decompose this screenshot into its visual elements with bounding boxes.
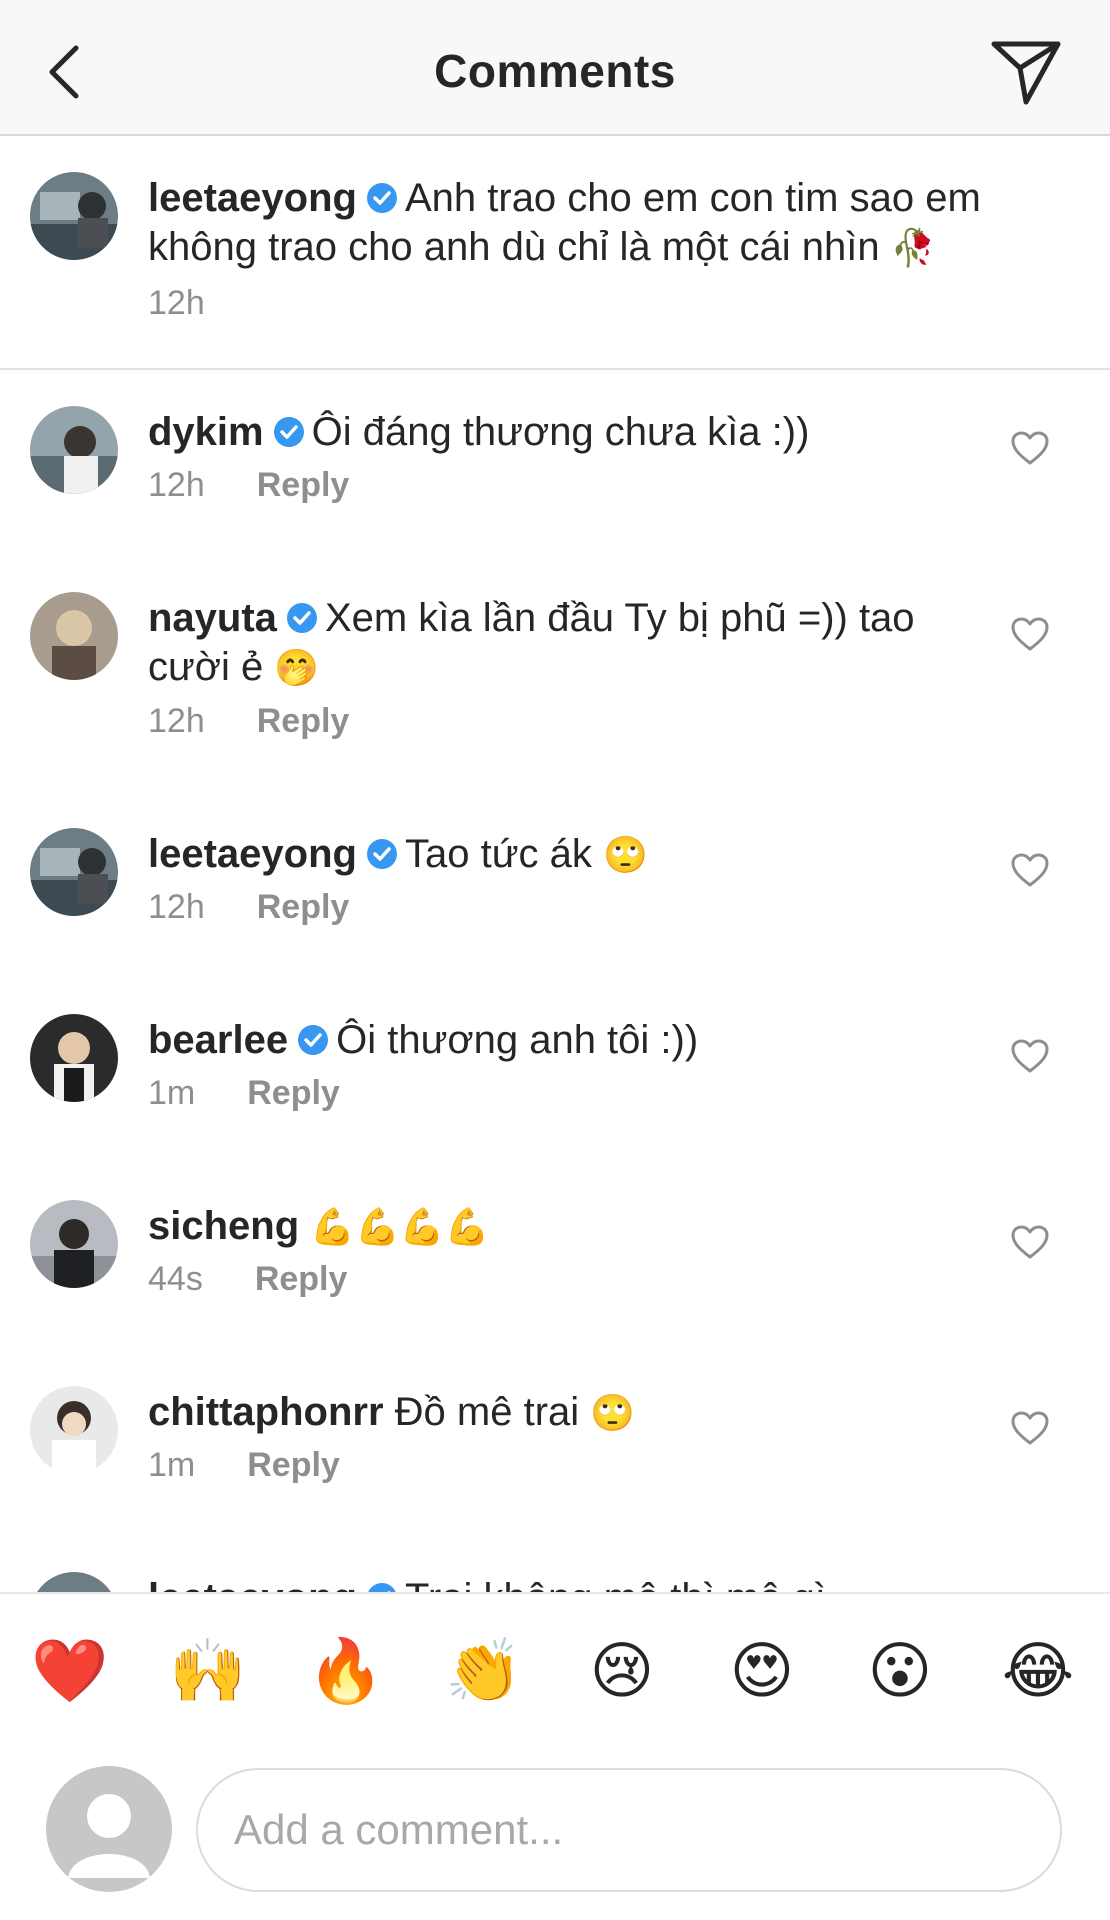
comment-text: sicheng 💪💪💪💪 <box>148 1202 960 1251</box>
heart-eyes-emoji-button[interactable]: 😍 <box>722 1632 802 1712</box>
comment-text: bearlee Ôi thương anh tôi :)) <box>148 1016 960 1065</box>
avatar[interactable] <box>30 1572 118 1592</box>
comment-body: Tao tức ák <box>404 832 592 876</box>
comment-body: Ôi đáng thương chưa kìa :)) <box>311 410 810 454</box>
reply-button[interactable]: Reply <box>257 888 350 926</box>
like-heart-icon[interactable] <box>1010 1410 1050 1446</box>
comment-username[interactable]: chittaphonrr <box>148 1390 384 1434</box>
like-heart-icon[interactable] <box>1010 852 1050 888</box>
fire-emoji-button[interactable]: 🔥 <box>306 1632 386 1712</box>
quick-reactions-bar: ❤️ 🙌 🔥 👏 😢 😍 😮 😂 <box>0 1592 1110 1742</box>
comment-meta: 12h Reply <box>148 888 349 927</box>
comment-row: sicheng 💪💪💪💪 44s Reply <box>0 1164 1110 1350</box>
comment-emoji: 💪💪💪💪 <box>310 1206 490 1247</box>
caption-text: leetaeyong Anh trao cho em con tim sao em… <box>148 174 1050 272</box>
comment-emoji: 🙄 <box>602 834 648 875</box>
crying-emoji-button[interactable]: 😢 <box>582 1632 662 1712</box>
comment-row: nayuta Xem kìa lần đầu Ty bị phũ =)) tao … <box>0 556 1110 742</box>
laughing-emoji-button[interactable]: 😂 <box>998 1632 1078 1712</box>
add-comment-input[interactable] <box>196 1768 1062 1892</box>
raised-hands-emoji-button[interactable]: 🙌 <box>168 1632 248 1712</box>
comment-meta: 12h Reply <box>148 702 349 741</box>
verified-badge-icon <box>365 1578 399 1592</box>
comment-emoji: 🙄 <box>590 1392 636 1433</box>
surprised-emoji-button[interactable]: 😮 <box>860 1632 940 1712</box>
comment-username[interactable]: leetaeyong <box>148 1576 357 1592</box>
comment-time: 12h <box>148 702 205 740</box>
comment-time: 1m <box>148 1446 196 1484</box>
avatar[interactable] <box>30 172 118 260</box>
reply-button[interactable]: Reply <box>257 702 350 740</box>
comment-text: nayuta Xem kìa lần đầu Ty bị phũ =)) tao … <box>148 594 960 692</box>
comment-meta: 44s Reply <box>148 1260 347 1299</box>
comment-time: 12h <box>148 466 205 504</box>
comment-text: leetaeyong Tao tức ák 🙄 <box>148 830 960 879</box>
reply-button[interactable]: Reply <box>247 1446 340 1484</box>
comment-time: 12h <box>148 888 205 926</box>
avatar[interactable] <box>30 1014 118 1102</box>
verified-badge-icon <box>285 598 319 633</box>
comment-meta: 1m Reply <box>148 1074 340 1113</box>
reply-button[interactable]: Reply <box>257 466 350 504</box>
like-heart-icon[interactable] <box>1010 430 1050 466</box>
comment-body: Trai không mê thì mê gì <box>405 1576 826 1592</box>
avatar[interactable] <box>30 406 118 494</box>
current-user-avatar <box>46 1766 172 1892</box>
comment-text: dykim Ôi đáng thương chưa kìa :)) <box>148 408 960 457</box>
wilted-rose-emoji: 🥀 <box>890 227 936 268</box>
comment-row: dykim Ôi đáng thương chưa kìa :)) 12h Reply <box>0 370 1110 556</box>
comment-username[interactable]: nayuta <box>148 596 277 640</box>
caption-username[interactable]: leetaeyong <box>148 176 357 220</box>
comment-username[interactable]: bearlee <box>148 1018 288 1062</box>
avatar[interactable] <box>30 1386 118 1474</box>
comment-username[interactable]: leetaeyong <box>148 832 357 876</box>
heart-emoji-button[interactable]: ❤️ <box>30 1632 110 1712</box>
caption-meta: 12h <box>148 284 205 323</box>
reply-button[interactable]: Reply <box>247 1074 340 1112</box>
comment-meta: 1m Reply <box>148 1446 340 1485</box>
verified-badge-icon <box>365 178 399 213</box>
comment-time: 1m <box>148 1074 196 1112</box>
caption-time: 12h <box>148 284 205 322</box>
comment-meta: 12h Reply <box>148 466 349 505</box>
comment-list: dykim Ôi đáng thương chưa kìa :)) 12h Reply… <box>0 370 1110 1592</box>
direct-message-icon[interactable] <box>986 30 1066 110</box>
avatar[interactable] <box>30 828 118 916</box>
comment-username[interactable]: sicheng <box>148 1204 299 1248</box>
verified-badge-icon <box>296 1020 330 1055</box>
comment-composer <box>0 1742 1110 1920</box>
comment-body: Ôi thương anh tôi :)) <box>336 1018 699 1062</box>
verified-badge-icon <box>272 412 306 447</box>
comment-row: leetaeyong Trai không mê thì mê gì <box>0 1536 1110 1592</box>
like-heart-icon[interactable] <box>1010 1038 1050 1074</box>
comment-text: chittaphonrr Đồ mê trai 🙄 <box>148 1388 960 1437</box>
avatar[interactable] <box>30 592 118 680</box>
like-heart-icon[interactable] <box>1010 1224 1050 1260</box>
verified-badge-icon <box>365 834 399 869</box>
comment-row: leetaeyong Tao tức ák 🙄 12h Reply <box>0 792 1110 978</box>
comment-emoji: 🤭 <box>274 647 320 688</box>
avatar[interactable] <box>30 1200 118 1288</box>
reply-button[interactable]: Reply <box>255 1260 348 1298</box>
comment-time: 44s <box>148 1260 203 1298</box>
like-heart-icon[interactable] <box>1010 616 1050 652</box>
comment-text: leetaeyong Trai không mê thì mê gì <box>148 1574 960 1592</box>
clap-emoji-button[interactable]: 👏 <box>444 1632 524 1712</box>
comment-row: chittaphonrr Đồ mê trai 🙄 1m Reply <box>0 1350 1110 1536</box>
post-caption: leetaeyong Anh trao cho em con tim sao em… <box>0 136 1110 370</box>
header-bar: Comments <box>0 0 1110 136</box>
comment-body: Đồ mê trai <box>394 1390 580 1434</box>
comment-username[interactable]: dykim <box>148 410 264 454</box>
comment-row: bearlee Ôi thương anh tôi :)) 1m Reply <box>0 978 1110 1164</box>
page-title: Comments <box>434 45 676 97</box>
